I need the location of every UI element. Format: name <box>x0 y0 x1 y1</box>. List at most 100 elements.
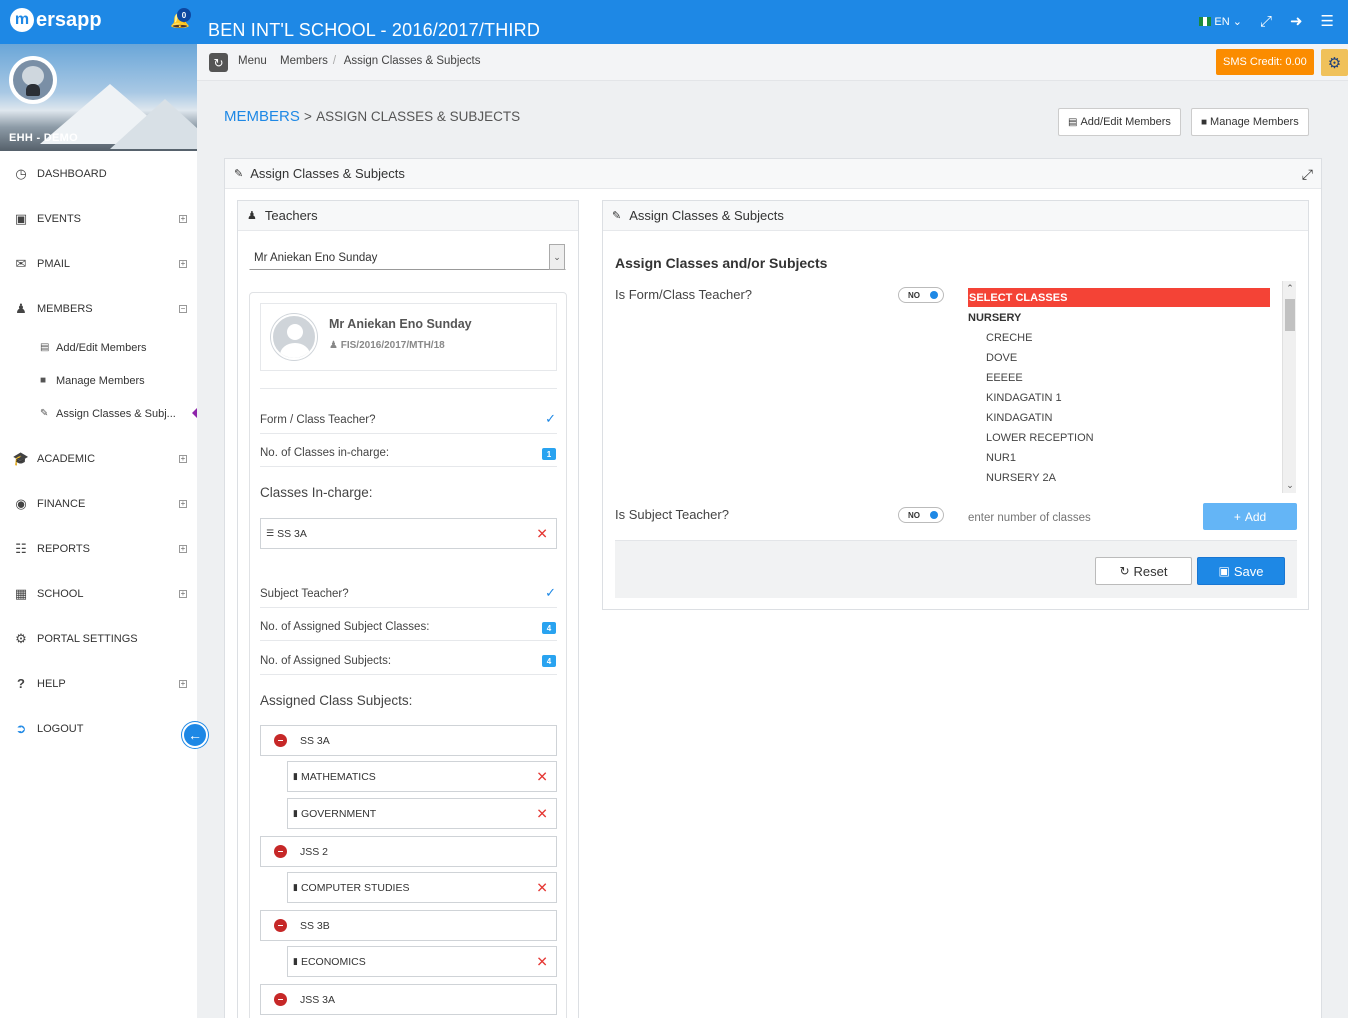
assigned-class-row[interactable]: – SS 3B <box>260 910 557 941</box>
teacher-select[interactable]: Mr Aniekan Eno Sunday ⌄ <box>249 243 566 270</box>
form-teacher-toggle[interactable]: NO <box>898 287 944 303</box>
sms-credit-badge[interactable]: SMS Credit: 0.00 <box>1216 49 1314 75</box>
sidebar-item-dashboard[interactable]: ◷ DASHBOARD <box>0 151 197 196</box>
number-of-classes-input[interactable] <box>968 508 1198 528</box>
sidebar-item-school[interactable]: ▦ SCHOOL + <box>0 571 197 616</box>
form-icon: ▤ <box>40 342 50 353</box>
chevron-down-icon[interactable]: ⌄ <box>549 244 565 270</box>
manage-members-button[interactable]: ■ Manage Members <box>1191 108 1309 136</box>
class-option[interactable]: KINDAGATIN <box>986 412 1052 424</box>
class-option[interactable]: NUR1 <box>986 452 1016 464</box>
assigned-class-row[interactable]: – SS 3A <box>260 725 557 756</box>
breadcrumb-item-members[interactable]: Members <box>280 55 328 67</box>
expand-icon[interactable]: + <box>179 499 187 508</box>
remove-icon[interactable]: ✕ <box>536 768 548 785</box>
settings-gears-icon[interactable]: ⚙ <box>1321 49 1348 76</box>
class-incharge-item: ☰ SS 3A ✕ <box>260 518 557 549</box>
toggle-knob <box>930 291 938 299</box>
collapse-icon[interactable]: − <box>179 304 187 313</box>
sidebar-subitem-assign-classes[interactable]: ✎ Assign Classes & Subj... <box>0 397 197 430</box>
add-edit-members-button[interactable]: ▤ Add/Edit Members <box>1058 108 1181 136</box>
teachers-panel-title: Teachers <box>264 208 318 223</box>
add-button[interactable]: + Add <box>1203 503 1297 530</box>
edit-icon: ✎ <box>234 168 244 180</box>
expand-icon[interactable]: + <box>179 589 187 598</box>
remove-icon[interactable]: ✕ <box>536 953 548 970</box>
assigned-subject-row: ▮ ECONOMICS ✕ <box>287 946 557 977</box>
remove-icon[interactable]: ✕ <box>536 805 548 822</box>
sidebar-item-portal-settings[interactable]: ⚙ PORTAL SETTINGS <box>0 616 197 661</box>
class-option[interactable]: CRECHE <box>986 332 1032 344</box>
sidebar-collapse-button[interactable]: ← <box>182 722 208 748</box>
sidebar-item-academic[interactable]: 🎓 ACADEMIC + <box>0 436 197 481</box>
sidebar-item-help[interactable]: ? HELP + <box>0 661 197 706</box>
assigned-class-row[interactable]: – JSS 3A <box>260 984 557 1015</box>
page-title-sub: ASSIGN CLASSES & SUBJECTS <box>316 109 521 124</box>
sidebar-item-label: EVENTS <box>37 212 82 225</box>
fullscreen-icon[interactable]: ⤢ <box>1260 13 1272 30</box>
sidebar-item-finance[interactable]: ◉ FINANCE + <box>0 481 197 526</box>
minus-circle-icon[interactable]: – <box>274 734 287 747</box>
assigned-class-name: JSS 2 <box>300 845 329 858</box>
expand-icon[interactable]: + <box>179 259 187 268</box>
class-multiselect[interactable]: SELECT CLASSES NURSERY CRECHE DOVE EEEEE… <box>968 284 1287 494</box>
minus-circle-icon[interactable]: – <box>274 919 287 932</box>
minus-circle-icon[interactable]: – <box>274 993 287 1006</box>
teacher-id: ♟ FIS/2016/2017/MTH/18 <box>329 340 445 351</box>
sidebar-nav: ◷ DASHBOARD ▣ EVENTS + ✉ PMAIL + ♟ MEMBERS − <box>0 151 197 331</box>
class-option[interactable]: EEEEE <box>986 372 1023 384</box>
expand-icon[interactable]: + <box>179 214 187 223</box>
assign-panel-header: ✎ Assign Classes & Subjects <box>603 201 1308 231</box>
sidebar-subitem-manage-members[interactable]: ■ Manage Members <box>0 364 197 397</box>
refresh-icon[interactable]: ↻ <box>209 53 228 72</box>
sidebar-item-label: PMAIL <box>37 257 71 270</box>
expand-icon[interactable]: ⤢ <box>1302 166 1313 183</box>
assigned-class-row[interactable]: – JSS 2 <box>260 836 557 867</box>
breadcrumb-bar: ↻ Menu Members / Assign Classes & Subject… <box>197 44 1348 81</box>
class-option[interactable]: NURSERY 2A <box>986 472 1056 484</box>
class-option[interactable]: KINDAGATIN 1 <box>986 392 1062 404</box>
form-teacher-question: Is Form/Class Teacher? <box>615 287 753 302</box>
minus-circle-icon[interactable]: – <box>274 845 287 858</box>
reset-button[interactable]: ↻ Reset <box>1095 557 1192 585</box>
class-list-scrollbar[interactable]: ⌃ ⌄ <box>1282 281 1296 493</box>
divider <box>260 433 557 434</box>
language-selector[interactable]: EN ⌄ <box>1199 15 1242 28</box>
sidebar-item-reports[interactable]: ☷ REPORTS + <box>0 526 197 571</box>
save-button[interactable]: ▣ Save <box>1197 557 1285 585</box>
expand-icon[interactable]: + <box>179 679 187 688</box>
subject-teacher-toggle[interactable]: NO <box>898 507 944 523</box>
assigned-subject-row: ▮ MATHEMATICS ✕ <box>287 761 557 792</box>
main-panel-title: Assign Classes & Subjects <box>250 166 405 181</box>
logout-icon[interactable]: ➜ <box>1290 12 1303 30</box>
check-icon: ✓ <box>545 411 556 426</box>
page-title: MEMBERS > ASSIGN CLASSES & SUBJECTS <box>224 108 520 125</box>
sidebar-item-logout[interactable]: ➲ LOGOUT <box>0 706 197 751</box>
scrollbar-thumb[interactable] <box>1285 299 1295 331</box>
app-logo[interactable]: m ersapp <box>10 8 102 32</box>
sidebar-item-label: ACADEMIC <box>37 452 96 465</box>
assigned-subject-row: ▮ GOVERNMENT ✕ <box>287 798 557 829</box>
avatar[interactable] <box>9 56 57 104</box>
expand-icon[interactable]: + <box>179 454 187 463</box>
building-icon: ▦ <box>14 585 28 601</box>
assigned-class-name: JSS 3A <box>300 993 336 1006</box>
sidebar-item-events[interactable]: ▣ EVENTS + <box>0 196 197 241</box>
breadcrumb-item-menu[interactable]: Menu <box>238 55 267 67</box>
chevron-up-icon[interactable]: ⌃ <box>1283 283 1297 294</box>
sidebar-item-pmail[interactable]: ✉ PMAIL + <box>0 241 197 286</box>
remove-icon[interactable]: ✕ <box>536 879 548 896</box>
remove-icon[interactable]: ✕ <box>536 525 548 542</box>
expand-icon[interactable]: + <box>179 544 187 553</box>
page-title-main[interactable]: MEMBERS <box>224 108 300 125</box>
teachers-panel-header: ♟ Teachers <box>238 201 578 231</box>
class-option[interactable]: DOVE <box>986 352 1017 364</box>
sidebar-subitem-add-edit-members[interactable]: ▤ Add/Edit Members <box>0 331 197 364</box>
sidebar-item-members[interactable]: ♟ MEMBERS − <box>0 286 197 331</box>
subject-teacher-question: Is Subject Teacher? <box>615 507 729 522</box>
menu-icon[interactable]: ☰ <box>1321 12 1334 30</box>
class-option[interactable]: LOWER RECEPTION <box>986 432 1094 444</box>
chevron-down-icon[interactable]: ⌄ <box>1283 480 1297 491</box>
manage-members-label: Manage Members <box>1210 116 1299 128</box>
check-icon: ✓ <box>545 585 556 600</box>
